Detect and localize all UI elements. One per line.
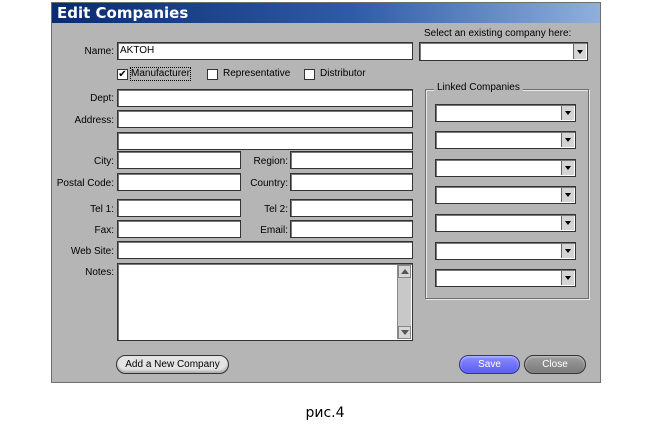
- edit-companies-window: Edit Companies Name: AKTOH Select an exi…: [51, 2, 601, 383]
- chevron-down-icon[interactable]: [573, 44, 586, 59]
- chevron-down-icon[interactable]: [561, 188, 574, 202]
- window-title: Edit Companies: [57, 4, 189, 22]
- dept-label: Dept:: [90, 93, 114, 104]
- distributor-label: Distributor: [320, 68, 366, 79]
- chevron-down-icon[interactable]: [561, 244, 574, 258]
- add-new-company-button[interactable]: Add a New Company: [116, 355, 229, 374]
- close-button[interactable]: Close: [524, 355, 586, 374]
- existing-company-dropdown[interactable]: [419, 42, 588, 61]
- notes-label: Notes:: [85, 267, 114, 278]
- city-label: City:: [94, 156, 114, 167]
- postal-code-field[interactable]: [117, 173, 241, 191]
- linked-companies-label: Linked Companies: [434, 82, 523, 94]
- name-field[interactable]: AKTOH: [117, 42, 413, 60]
- tel2-label: Tel 2:: [264, 204, 288, 215]
- existing-company-label: Select an existing company here:: [424, 28, 572, 39]
- fax-field[interactable]: [117, 220, 241, 238]
- linked-company-dropdown-3[interactable]: [435, 159, 576, 177]
- distributor-checkbox[interactable]: [304, 69, 315, 80]
- country-label: Country:: [250, 178, 288, 189]
- manufacturer-label: Manufacturer: [130, 67, 191, 81]
- chevron-down-icon[interactable]: [561, 271, 574, 285]
- email-label: Email:: [260, 225, 288, 236]
- email-field[interactable]: [290, 220, 413, 238]
- title-bar: Edit Companies: [52, 3, 600, 23]
- linked-company-dropdown-4[interactable]: [435, 186, 576, 204]
- linked-company-dropdown-6[interactable]: [435, 242, 576, 260]
- linked-company-dropdown-7[interactable]: [435, 269, 576, 287]
- manufacturer-checkbox[interactable]: ✔: [117, 69, 128, 80]
- tel2-field[interactable]: [290, 199, 413, 217]
- scroll-up-icon[interactable]: [398, 265, 411, 278]
- chevron-down-icon[interactable]: [561, 133, 574, 147]
- chevron-down-icon[interactable]: [561, 161, 574, 175]
- website-field[interactable]: [117, 241, 413, 259]
- save-button[interactable]: Save: [459, 355, 520, 374]
- address-label: Address:: [74, 115, 114, 126]
- city-field[interactable]: [117, 151, 241, 169]
- postal-code-label: Postal Code:: [56, 178, 114, 189]
- linked-company-dropdown-2[interactable]: [435, 131, 576, 149]
- tel1-label: Tel 1:: [90, 204, 114, 215]
- name-label: Name:: [84, 46, 114, 57]
- chevron-down-icon[interactable]: [561, 216, 574, 230]
- chevron-down-icon[interactable]: [561, 106, 574, 120]
- notes-textarea[interactable]: [117, 263, 413, 341]
- figure-caption: рис.4: [305, 405, 345, 421]
- linked-company-dropdown-1[interactable]: [435, 104, 576, 122]
- notes-scrollbar[interactable]: [397, 265, 411, 339]
- representative-label: Representative: [223, 68, 291, 79]
- address-field-2[interactable]: [117, 132, 413, 150]
- scroll-down-icon[interactable]: [398, 326, 411, 339]
- representative-checkbox[interactable]: [207, 69, 218, 80]
- country-field[interactable]: [290, 173, 413, 191]
- dept-field[interactable]: [117, 89, 413, 107]
- region-label: Region:: [253, 156, 288, 167]
- region-field[interactable]: [290, 151, 413, 169]
- website-label: Web Site:: [70, 246, 114, 257]
- fax-label: Fax:: [94, 225, 114, 236]
- tel1-field[interactable]: [117, 199, 241, 217]
- linked-company-dropdown-5[interactable]: [435, 214, 576, 232]
- address-field-1[interactable]: [117, 110, 413, 128]
